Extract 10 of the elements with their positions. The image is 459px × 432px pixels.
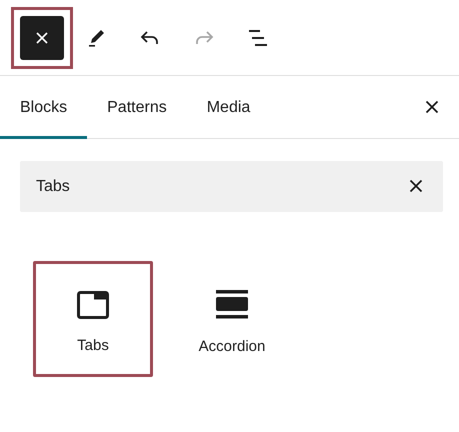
block-label: Accordion: [198, 338, 266, 354]
tab[interactable]: Patterns: [87, 76, 187, 139]
close-button[interactable]: [20, 16, 64, 60]
accordion-icon: [216, 290, 248, 320]
tab[interactable]: Blocks: [0, 76, 88, 139]
tab[interactable]: Media: [186, 76, 270, 139]
search-field[interactable]: Tabs: [20, 161, 443, 212]
block-label: Tabs: [77, 336, 109, 354]
tabs-icon: [77, 290, 109, 318]
block-item[interactable]: Tabs: [33, 261, 153, 377]
